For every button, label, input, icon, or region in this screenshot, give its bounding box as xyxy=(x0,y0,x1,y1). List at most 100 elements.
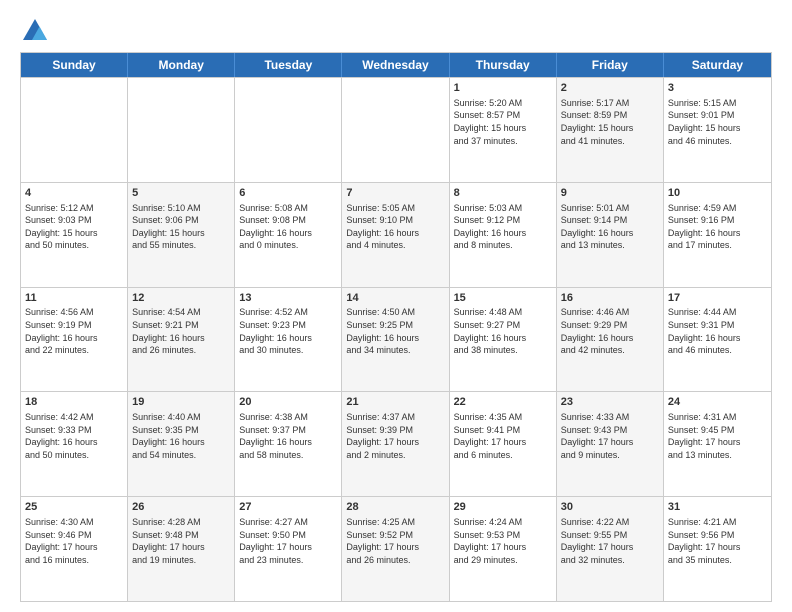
day-info: Sunrise: 4:27 AM Sunset: 9:50 PM Dayligh… xyxy=(239,516,337,566)
day-number: 5 xyxy=(132,186,230,201)
day-number: 1 xyxy=(454,81,552,96)
calendar-cell: 22Sunrise: 4:35 AM Sunset: 9:41 PM Dayli… xyxy=(450,392,557,496)
day-info: Sunrise: 4:46 AM Sunset: 9:29 PM Dayligh… xyxy=(561,306,659,356)
calendar-cell: 14Sunrise: 4:50 AM Sunset: 9:25 PM Dayli… xyxy=(342,288,449,392)
calendar-cell xyxy=(235,78,342,182)
header xyxy=(20,16,772,46)
day-info: Sunrise: 5:15 AM Sunset: 9:01 PM Dayligh… xyxy=(668,97,767,147)
day-info: Sunrise: 5:12 AM Sunset: 9:03 PM Dayligh… xyxy=(25,202,123,252)
day-number: 17 xyxy=(668,291,767,306)
calendar-cell: 2Sunrise: 5:17 AM Sunset: 8:59 PM Daylig… xyxy=(557,78,664,182)
calendar-cell: 23Sunrise: 4:33 AM Sunset: 9:43 PM Dayli… xyxy=(557,392,664,496)
calendar-cell: 6Sunrise: 5:08 AM Sunset: 9:08 PM Daylig… xyxy=(235,183,342,287)
calendar-cell: 5Sunrise: 5:10 AM Sunset: 9:06 PM Daylig… xyxy=(128,183,235,287)
calendar-cell: 13Sunrise: 4:52 AM Sunset: 9:23 PM Dayli… xyxy=(235,288,342,392)
day-info: Sunrise: 4:54 AM Sunset: 9:21 PM Dayligh… xyxy=(132,306,230,356)
day-info: Sunrise: 5:10 AM Sunset: 9:06 PM Dayligh… xyxy=(132,202,230,252)
day-info: Sunrise: 4:59 AM Sunset: 9:16 PM Dayligh… xyxy=(668,202,767,252)
day-number: 16 xyxy=(561,291,659,306)
day-number: 11 xyxy=(25,291,123,306)
day-number: 12 xyxy=(132,291,230,306)
calendar-cell: 18Sunrise: 4:42 AM Sunset: 9:33 PM Dayli… xyxy=(21,392,128,496)
calendar-cell: 11Sunrise: 4:56 AM Sunset: 9:19 PM Dayli… xyxy=(21,288,128,392)
calendar-cell: 25Sunrise: 4:30 AM Sunset: 9:46 PM Dayli… xyxy=(21,497,128,601)
day-number: 31 xyxy=(668,500,767,515)
calendar-header: SundayMondayTuesdayWednesdayThursdayFrid… xyxy=(21,53,771,77)
page: SundayMondayTuesdayWednesdayThursdayFrid… xyxy=(0,0,792,612)
day-info: Sunrise: 4:31 AM Sunset: 9:45 PM Dayligh… xyxy=(668,411,767,461)
day-info: Sunrise: 4:50 AM Sunset: 9:25 PM Dayligh… xyxy=(346,306,444,356)
header-day-sunday: Sunday xyxy=(21,53,128,77)
day-number: 27 xyxy=(239,500,337,515)
day-info: Sunrise: 4:22 AM Sunset: 9:55 PM Dayligh… xyxy=(561,516,659,566)
calendar-cell: 28Sunrise: 4:25 AM Sunset: 9:52 PM Dayli… xyxy=(342,497,449,601)
calendar-cell: 10Sunrise: 4:59 AM Sunset: 9:16 PM Dayli… xyxy=(664,183,771,287)
day-info: Sunrise: 4:33 AM Sunset: 9:43 PM Dayligh… xyxy=(561,411,659,461)
day-number: 8 xyxy=(454,186,552,201)
day-number: 26 xyxy=(132,500,230,515)
day-info: Sunrise: 5:20 AM Sunset: 8:57 PM Dayligh… xyxy=(454,97,552,147)
day-number: 2 xyxy=(561,81,659,96)
calendar-cell xyxy=(21,78,128,182)
calendar-cell: 8Sunrise: 5:03 AM Sunset: 9:12 PM Daylig… xyxy=(450,183,557,287)
calendar-row-3: 18Sunrise: 4:42 AM Sunset: 9:33 PM Dayli… xyxy=(21,391,771,496)
calendar-cell: 3Sunrise: 5:15 AM Sunset: 9:01 PM Daylig… xyxy=(664,78,771,182)
day-info: Sunrise: 4:25 AM Sunset: 9:52 PM Dayligh… xyxy=(346,516,444,566)
calendar-cell: 15Sunrise: 4:48 AM Sunset: 9:27 PM Dayli… xyxy=(450,288,557,392)
day-number: 25 xyxy=(25,500,123,515)
calendar-cell: 12Sunrise: 4:54 AM Sunset: 9:21 PM Dayli… xyxy=(128,288,235,392)
calendar-cell xyxy=(128,78,235,182)
day-number: 14 xyxy=(346,291,444,306)
logo-icon xyxy=(20,16,50,46)
day-info: Sunrise: 4:35 AM Sunset: 9:41 PM Dayligh… xyxy=(454,411,552,461)
day-info: Sunrise: 5:03 AM Sunset: 9:12 PM Dayligh… xyxy=(454,202,552,252)
calendar-cell: 20Sunrise: 4:38 AM Sunset: 9:37 PM Dayli… xyxy=(235,392,342,496)
calendar-row-0: 1Sunrise: 5:20 AM Sunset: 8:57 PM Daylig… xyxy=(21,77,771,182)
calendar-row-1: 4Sunrise: 5:12 AM Sunset: 9:03 PM Daylig… xyxy=(21,182,771,287)
header-day-wednesday: Wednesday xyxy=(342,53,449,77)
day-number: 29 xyxy=(454,500,552,515)
day-number: 20 xyxy=(239,395,337,410)
header-day-saturday: Saturday xyxy=(664,53,771,77)
calendar-cell: 30Sunrise: 4:22 AM Sunset: 9:55 PM Dayli… xyxy=(557,497,664,601)
calendar-body: 1Sunrise: 5:20 AM Sunset: 8:57 PM Daylig… xyxy=(21,77,771,601)
calendar-row-2: 11Sunrise: 4:56 AM Sunset: 9:19 PM Dayli… xyxy=(21,287,771,392)
day-info: Sunrise: 4:24 AM Sunset: 9:53 PM Dayligh… xyxy=(454,516,552,566)
day-number: 13 xyxy=(239,291,337,306)
header-day-tuesday: Tuesday xyxy=(235,53,342,77)
calendar-cell: 19Sunrise: 4:40 AM Sunset: 9:35 PM Dayli… xyxy=(128,392,235,496)
day-number: 10 xyxy=(668,186,767,201)
day-info: Sunrise: 5:08 AM Sunset: 9:08 PM Dayligh… xyxy=(239,202,337,252)
day-info: Sunrise: 4:42 AM Sunset: 9:33 PM Dayligh… xyxy=(25,411,123,461)
day-info: Sunrise: 4:48 AM Sunset: 9:27 PM Dayligh… xyxy=(454,306,552,356)
calendar-cell xyxy=(342,78,449,182)
day-info: Sunrise: 4:28 AM Sunset: 9:48 PM Dayligh… xyxy=(132,516,230,566)
day-number: 15 xyxy=(454,291,552,306)
day-info: Sunrise: 4:21 AM Sunset: 9:56 PM Dayligh… xyxy=(668,516,767,566)
day-number: 28 xyxy=(346,500,444,515)
calendar-cell: 29Sunrise: 4:24 AM Sunset: 9:53 PM Dayli… xyxy=(450,497,557,601)
day-info: Sunrise: 5:17 AM Sunset: 8:59 PM Dayligh… xyxy=(561,97,659,147)
day-number: 3 xyxy=(668,81,767,96)
day-number: 22 xyxy=(454,395,552,410)
calendar-cell: 7Sunrise: 5:05 AM Sunset: 9:10 PM Daylig… xyxy=(342,183,449,287)
header-day-friday: Friday xyxy=(557,53,664,77)
day-number: 4 xyxy=(25,186,123,201)
day-info: Sunrise: 4:44 AM Sunset: 9:31 PM Dayligh… xyxy=(668,306,767,356)
calendar-cell: 16Sunrise: 4:46 AM Sunset: 9:29 PM Dayli… xyxy=(557,288,664,392)
day-info: Sunrise: 4:37 AM Sunset: 9:39 PM Dayligh… xyxy=(346,411,444,461)
day-number: 19 xyxy=(132,395,230,410)
calendar-cell: 21Sunrise: 4:37 AM Sunset: 9:39 PM Dayli… xyxy=(342,392,449,496)
day-number: 6 xyxy=(239,186,337,201)
day-number: 24 xyxy=(668,395,767,410)
calendar-cell: 1Sunrise: 5:20 AM Sunset: 8:57 PM Daylig… xyxy=(450,78,557,182)
calendar-cell: 9Sunrise: 5:01 AM Sunset: 9:14 PM Daylig… xyxy=(557,183,664,287)
day-number: 21 xyxy=(346,395,444,410)
calendar-cell: 4Sunrise: 5:12 AM Sunset: 9:03 PM Daylig… xyxy=(21,183,128,287)
calendar-cell: 17Sunrise: 4:44 AM Sunset: 9:31 PM Dayli… xyxy=(664,288,771,392)
day-info: Sunrise: 4:38 AM Sunset: 9:37 PM Dayligh… xyxy=(239,411,337,461)
day-info: Sunrise: 4:30 AM Sunset: 9:46 PM Dayligh… xyxy=(25,516,123,566)
logo xyxy=(20,16,54,46)
calendar-cell: 27Sunrise: 4:27 AM Sunset: 9:50 PM Dayli… xyxy=(235,497,342,601)
day-number: 7 xyxy=(346,186,444,201)
